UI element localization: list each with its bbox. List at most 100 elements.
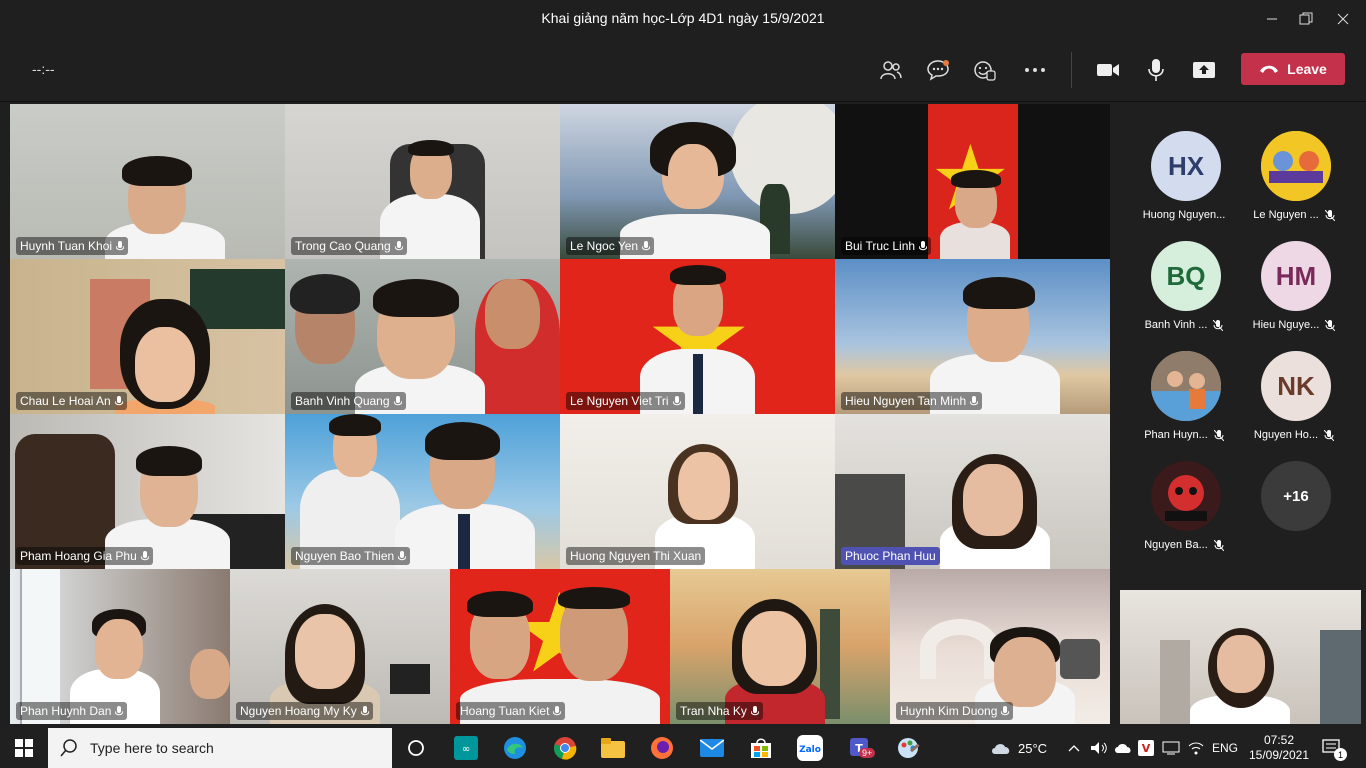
camera-icon xyxy=(1097,64,1119,76)
reactions-button[interactable] xyxy=(969,54,1001,86)
title-bar: Khai giảng năm học-Lớp 4D1 ngày 15/9/202… xyxy=(0,0,1366,38)
profile-picture-icon xyxy=(1151,351,1221,421)
weather-widget[interactable]: 25°C xyxy=(990,728,1047,768)
video-tile[interactable]: Huynh Kim Duong xyxy=(890,569,1110,724)
share-content-button[interactable] xyxy=(1188,54,1220,86)
video-tile[interactable]: Huynh Tuan Khoi xyxy=(10,104,285,259)
input-language-button[interactable]: ENG xyxy=(1212,728,1238,768)
edge-browser-icon[interactable] xyxy=(501,734,529,762)
windows-logo-icon xyxy=(15,739,33,757)
more-actions-button[interactable] xyxy=(1019,54,1051,86)
close-icon xyxy=(1337,13,1349,25)
taskbar-search-box[interactable]: Type here to search xyxy=(48,728,392,768)
task-view-button[interactable] xyxy=(402,734,430,762)
video-tile[interactable]: Tran Nha Ky xyxy=(670,569,890,724)
profile-picture-icon xyxy=(1261,131,1331,201)
video-tile[interactable]: Chau Le Hoai An xyxy=(10,259,285,414)
cloud-icon xyxy=(992,744,1010,754)
participant-name: Trong Cao Quang xyxy=(291,237,407,255)
show-hidden-icons-button[interactable] xyxy=(1068,728,1080,768)
microphone-icon xyxy=(552,705,562,717)
chrome-browser-icon[interactable] xyxy=(551,734,579,762)
participant-avatar-tile[interactable]: Nguyen Ba... xyxy=(1129,461,1239,566)
participant-name: Nguyen Bao Thien xyxy=(291,547,411,565)
camera-button[interactable] xyxy=(1092,54,1124,86)
muted-mic-icon xyxy=(1213,319,1224,331)
start-button[interactable] xyxy=(10,734,38,762)
self-view-video[interactable] xyxy=(1120,590,1361,724)
phone-hangup-icon xyxy=(1260,65,1279,73)
display-button[interactable] xyxy=(1162,728,1180,768)
notification-center-button[interactable]: 1 xyxy=(1322,728,1347,768)
video-tile[interactable]: Huong Nguyen Thi Xuan xyxy=(560,414,835,569)
avatar: BQ xyxy=(1151,241,1221,311)
microphone-icon xyxy=(750,705,760,717)
participant-avatar-tile[interactable]: HX Huong Nguyen... xyxy=(1129,131,1239,236)
participants-overflow-panel: HX Huong Nguyen... Le Nguyen ... BQ Banh… xyxy=(1118,104,1366,588)
avatar: HX xyxy=(1151,131,1221,201)
video-tile[interactable]: Phan Huynh Dan xyxy=(10,569,230,724)
microphone-icon xyxy=(115,240,125,252)
participant-name: Nguyen Hoang My Ky xyxy=(236,702,373,720)
file-explorer-icon[interactable] xyxy=(599,734,627,762)
participant-label: Le Nguyen ... xyxy=(1253,209,1319,221)
participant-name: Huynh Tuan Khoi xyxy=(16,237,129,255)
vivaldi-tray-icon[interactable]: V xyxy=(1138,728,1154,768)
input-language: ENG xyxy=(1212,741,1239,755)
video-tile[interactable]: Trong Cao Quang xyxy=(285,104,560,259)
microphone-icon xyxy=(1148,59,1164,81)
svg-text:V: V xyxy=(1142,742,1151,755)
firefox-browser-icon[interactable] xyxy=(648,734,676,762)
volume-button[interactable] xyxy=(1090,728,1108,768)
arduino-app-icon[interactable]: ∞ xyxy=(452,734,480,762)
muted-mic-icon xyxy=(1324,429,1335,441)
muted-mic-icon xyxy=(1324,209,1335,221)
microphone-icon xyxy=(393,395,403,407)
svg-text:Zalo: Zalo xyxy=(799,745,821,755)
microphone-button[interactable] xyxy=(1140,54,1172,86)
chat-icon xyxy=(927,60,949,81)
participant-name: Phuoc Phan Huu xyxy=(841,547,940,565)
video-tile[interactable]: Nguyen Bao Thien xyxy=(285,414,560,569)
participants-button[interactable] xyxy=(875,54,907,86)
muted-mic-icon xyxy=(1325,319,1336,331)
participant-avatar-tile[interactable]: HM Hieu Nguye... xyxy=(1239,241,1349,346)
microsoft-store-icon[interactable] xyxy=(747,734,775,762)
svg-text:∞: ∞ xyxy=(462,744,470,755)
participant-label: Huong Nguyen... xyxy=(1142,209,1226,221)
participant-avatar-tile[interactable]: BQ Banh Vinh ... xyxy=(1129,241,1239,346)
teams-notification-badge: 9+ xyxy=(859,748,876,758)
participant-avatar-tile[interactable]: NK Nguyen Ho... xyxy=(1239,351,1349,456)
participant-label: Hieu Nguye... xyxy=(1252,319,1320,331)
video-tile[interactable]: Le Ngoc Yen xyxy=(560,104,835,259)
leave-button[interactable]: Leave xyxy=(1241,53,1345,85)
paint-app-icon[interactable] xyxy=(894,734,922,762)
video-tile[interactable]: ★ Le Nguyen Viet Tri xyxy=(560,259,835,414)
mail-app-icon[interactable] xyxy=(698,734,726,762)
microphone-icon xyxy=(140,550,150,562)
teams-app-icon[interactable]: T 9+ xyxy=(845,734,879,762)
video-tile[interactable]: Banh Vinh Quang xyxy=(285,259,560,414)
participant-avatar-tile[interactable]: Le Nguyen ... xyxy=(1239,131,1349,236)
video-tile[interactable]: Phuoc Phan Huu xyxy=(835,414,1110,569)
chat-button[interactable] xyxy=(922,54,954,86)
close-button[interactable] xyxy=(1320,0,1366,38)
participant-avatar-tile[interactable]: Phan Huyn... xyxy=(1129,351,1239,456)
video-tile[interactable]: Hieu Nguyen Tan Minh xyxy=(835,259,1110,414)
video-tile[interactable]: Pham Hoang Gia Phu xyxy=(10,414,285,569)
participant-name: Le Ngoc Yen xyxy=(566,237,655,255)
meeting-toolbar: --:-- Leave xyxy=(0,38,1366,102)
clock[interactable]: 07:52 15/09/2021 xyxy=(1249,728,1309,768)
chevron-up-icon xyxy=(1068,745,1080,752)
wifi-button[interactable] xyxy=(1188,728,1204,768)
video-tile[interactable]: Nguyen Hoang My Ky xyxy=(230,569,450,724)
onedrive-button[interactable] xyxy=(1114,728,1132,768)
microphone-icon xyxy=(114,705,124,717)
participant-name: Chau Le Hoai An xyxy=(16,392,127,410)
windows-taskbar: Type here to search ∞ Zalo T 9+ 25°C V E… xyxy=(0,728,1366,768)
more-participants-button[interactable]: +16 xyxy=(1239,461,1349,566)
video-tile[interactable]: ★ Bui Truc Linh xyxy=(835,104,1110,259)
zalo-app-icon[interactable]: Zalo xyxy=(796,734,824,762)
video-tile[interactable]: ★ Hoang Tuan Kiet xyxy=(450,569,670,724)
avatar: HM xyxy=(1261,241,1331,311)
